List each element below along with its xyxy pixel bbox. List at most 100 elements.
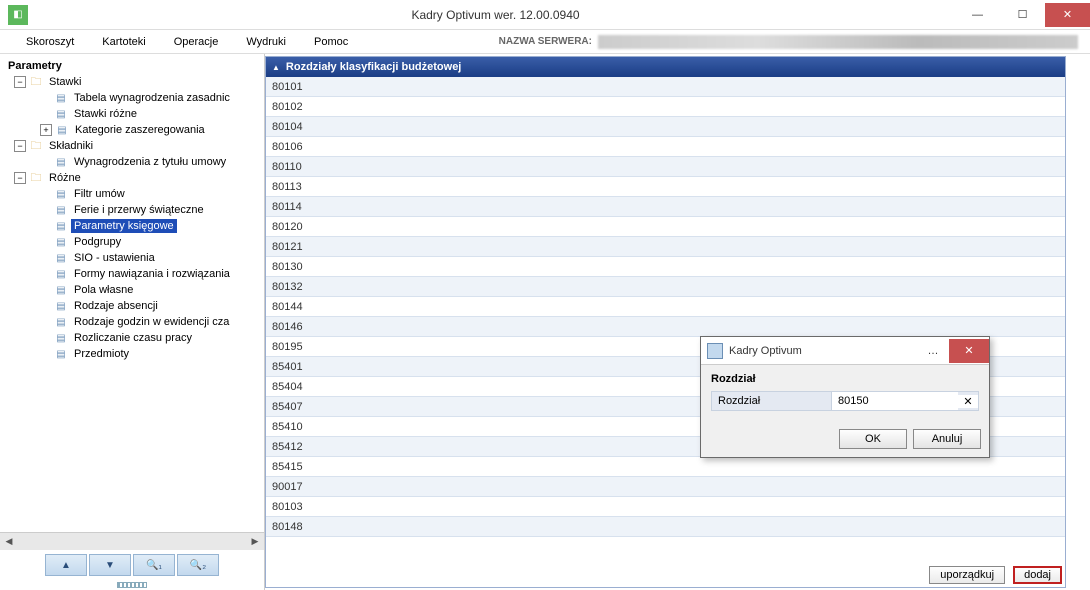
collapse-icon[interactable]: − (14, 172, 26, 184)
footer-buttons: uporządkuj dodaj (929, 566, 1062, 584)
folder-icon: 🗀 (29, 75, 43, 89)
tree-label: Ferie i przerwy świąteczne (71, 203, 207, 217)
close-button[interactable]: ✕ (1045, 3, 1090, 27)
document-icon: ▤ (54, 251, 68, 265)
grid: ▲ Rozdziały klasyfikacji budżetowej 8010… (265, 56, 1066, 588)
tree-label: Parametry księgowe (71, 219, 177, 233)
grid-row[interactable]: 80103 (266, 497, 1065, 517)
tree-item[interactable]: ▤Formy nawiązania i rozwiązania (2, 266, 262, 282)
grid-row[interactable]: 80130 (266, 257, 1065, 277)
grid-row[interactable]: 80104 (266, 117, 1065, 137)
grid-row[interactable]: 80101 (266, 77, 1065, 97)
grid-row[interactable]: 80120 (266, 217, 1065, 237)
dialog-close-button[interactable]: ✕ (949, 339, 989, 363)
search-button-2[interactable]: 🔍₂ (177, 554, 219, 576)
sidebar-toolbar: ▲ ▼ 🔍₁ 🔍₂ (0, 550, 264, 580)
grid-row[interactable]: 80102 (266, 97, 1065, 117)
tree-label: Kategorie zaszeregowania (72, 123, 208, 137)
grid-row[interactable]: 80110 (266, 157, 1065, 177)
nav-down-button[interactable]: ▼ (89, 554, 131, 576)
grid-row[interactable]: 80146 (266, 317, 1065, 337)
tree-item[interactable]: ▤Przedmioty (2, 346, 262, 362)
menu-operacje[interactable]: Operacje (160, 36, 233, 48)
dialog-more-button[interactable]: … (919, 345, 947, 357)
grid-row[interactable]: 80144 (266, 297, 1065, 317)
document-icon: ▤ (54, 315, 68, 329)
tree-item[interactable]: ▤Ferie i przerwy świąteczne (2, 202, 262, 218)
menubar: Skoroszyt Kartoteki Operacje Wydruki Pom… (0, 30, 1090, 54)
grid-row[interactable]: 90017 (266, 477, 1065, 497)
tree-item[interactable]: ▤Tabela wynagrodzenia zasadnic (2, 90, 262, 106)
tree-item[interactable]: ▤Podgrupy (2, 234, 262, 250)
menu-skoroszyt[interactable]: Skoroszyt (12, 36, 88, 48)
maximize-button[interactable]: ☐ (1000, 3, 1045, 27)
tree-label: Składniki (46, 139, 96, 153)
content: ▲ Rozdziały klasyfikacji budżetowej 8010… (265, 54, 1090, 590)
dialog-buttons: OK Anuluj (701, 417, 989, 457)
tree-item[interactable]: ▤Pola własne (2, 282, 262, 298)
collapse-icon[interactable]: − (14, 76, 26, 88)
tree-group-skladniki[interactable]: − 🗀 Składniki (2, 138, 262, 154)
grid-row[interactable]: 80113 (266, 177, 1065, 197)
grid-row[interactable]: 80148 (266, 517, 1065, 537)
grid-header[interactable]: ▲ Rozdziały klasyfikacji budżetowej (266, 57, 1065, 77)
tree-item[interactable]: ▤Filtr umów (2, 186, 262, 202)
dialog-section-label: Rozdział (711, 373, 979, 385)
grid-row[interactable]: 80132 (266, 277, 1065, 297)
server-name-redacted (598, 35, 1078, 49)
menu-kartoteki[interactable]: Kartoteki (88, 36, 159, 48)
sidebar-hscroll[interactable]: ◀ ▶ (0, 532, 264, 550)
grid-row[interactable]: 85415 (266, 457, 1065, 477)
grid-body: 8010180102801048010680110801138011480120… (266, 77, 1065, 587)
dialog-title: Kadry Optivum (729, 345, 919, 357)
tree-label: Wynagrodzenia z tytułu umowy (71, 155, 229, 169)
expand-icon[interactable]: + (40, 124, 52, 136)
add-button[interactable]: dodaj (1013, 566, 1062, 584)
document-icon: ▤ (54, 107, 68, 121)
dialog: Kadry Optivum … ✕ Rozdział Rozdział 8015… (700, 336, 990, 458)
sort-button[interactable]: uporządkuj (929, 566, 1005, 584)
grid-row[interactable]: 80114 (266, 197, 1065, 217)
scroll-right-icon[interactable]: ▶ (246, 534, 264, 550)
tree-group-stawki[interactable]: − 🗀 Stawki (2, 74, 262, 90)
tree-item[interactable]: ▤Stawki różne (2, 106, 262, 122)
titlebar: ◧ Kadry Optivum wer. 12.00.0940 — ☐ ✕ (0, 0, 1090, 30)
dialog-field-input[interactable]: 80150 (832, 392, 958, 410)
clear-field-button[interactable]: ✕ (958, 395, 978, 408)
tree-label: Podgrupy (71, 235, 124, 249)
tree-item[interactable]: ▤Rodzaje godzin w ewidencji cza (2, 314, 262, 330)
document-icon: ▤ (54, 219, 68, 233)
search-button-1[interactable]: 🔍₁ (133, 554, 175, 576)
minimize-button[interactable]: — (955, 3, 1000, 27)
sidebar: Parametry − 🗀 Stawki ▤Tabela wynagrodzen… (0, 54, 265, 590)
collapse-icon[interactable]: − (14, 140, 26, 152)
cancel-button[interactable]: Anuluj (913, 429, 981, 449)
collapse-triangle-icon: ▲ (272, 63, 280, 72)
dialog-field-label: Rozdział (712, 392, 832, 410)
server-label: NAZWA SERWERA: (499, 36, 592, 47)
grid-row[interactable]: 80106 (266, 137, 1065, 157)
nav-up-button[interactable]: ▲ (45, 554, 87, 576)
tree-item[interactable]: ▤Rozliczanie czasu pracy (2, 330, 262, 346)
tree-item-selected[interactable]: ▤Parametry księgowe (2, 218, 262, 234)
tree-label: Rodzaje absencji (71, 299, 161, 313)
tree-label: Rodzaje godzin w ewidencji cza (71, 315, 232, 329)
dialog-body: Rozdział Rozdział 80150 ✕ (701, 365, 989, 417)
tree-item[interactable]: ▤Rodzaje absencji (2, 298, 262, 314)
document-icon: ▤ (54, 187, 68, 201)
document-icon: ▤ (54, 235, 68, 249)
ok-button[interactable]: OK (839, 429, 907, 449)
sidebar-resize-handle[interactable] (0, 580, 264, 590)
tree-label: Przedmioty (71, 347, 132, 361)
document-icon: ▤ (54, 91, 68, 105)
menu-wydruki[interactable]: Wydruki (232, 36, 300, 48)
document-icon: ▤ (54, 155, 68, 169)
tree-label: Tabela wynagrodzenia zasadnic (71, 91, 233, 105)
dialog-titlebar: Kadry Optivum … ✕ (701, 337, 989, 365)
grid-row[interactable]: 80121 (266, 237, 1065, 257)
tree: Parametry − 🗀 Stawki ▤Tabela wynagrodzen… (0, 54, 264, 532)
scroll-left-icon[interactable]: ◀ (0, 534, 18, 550)
menu-pomoc[interactable]: Pomoc (300, 36, 362, 48)
tree-item[interactable]: ▤SIO - ustawienia (2, 250, 262, 266)
tree-group-rozne[interactable]: − 🗀 Różne (2, 170, 262, 186)
